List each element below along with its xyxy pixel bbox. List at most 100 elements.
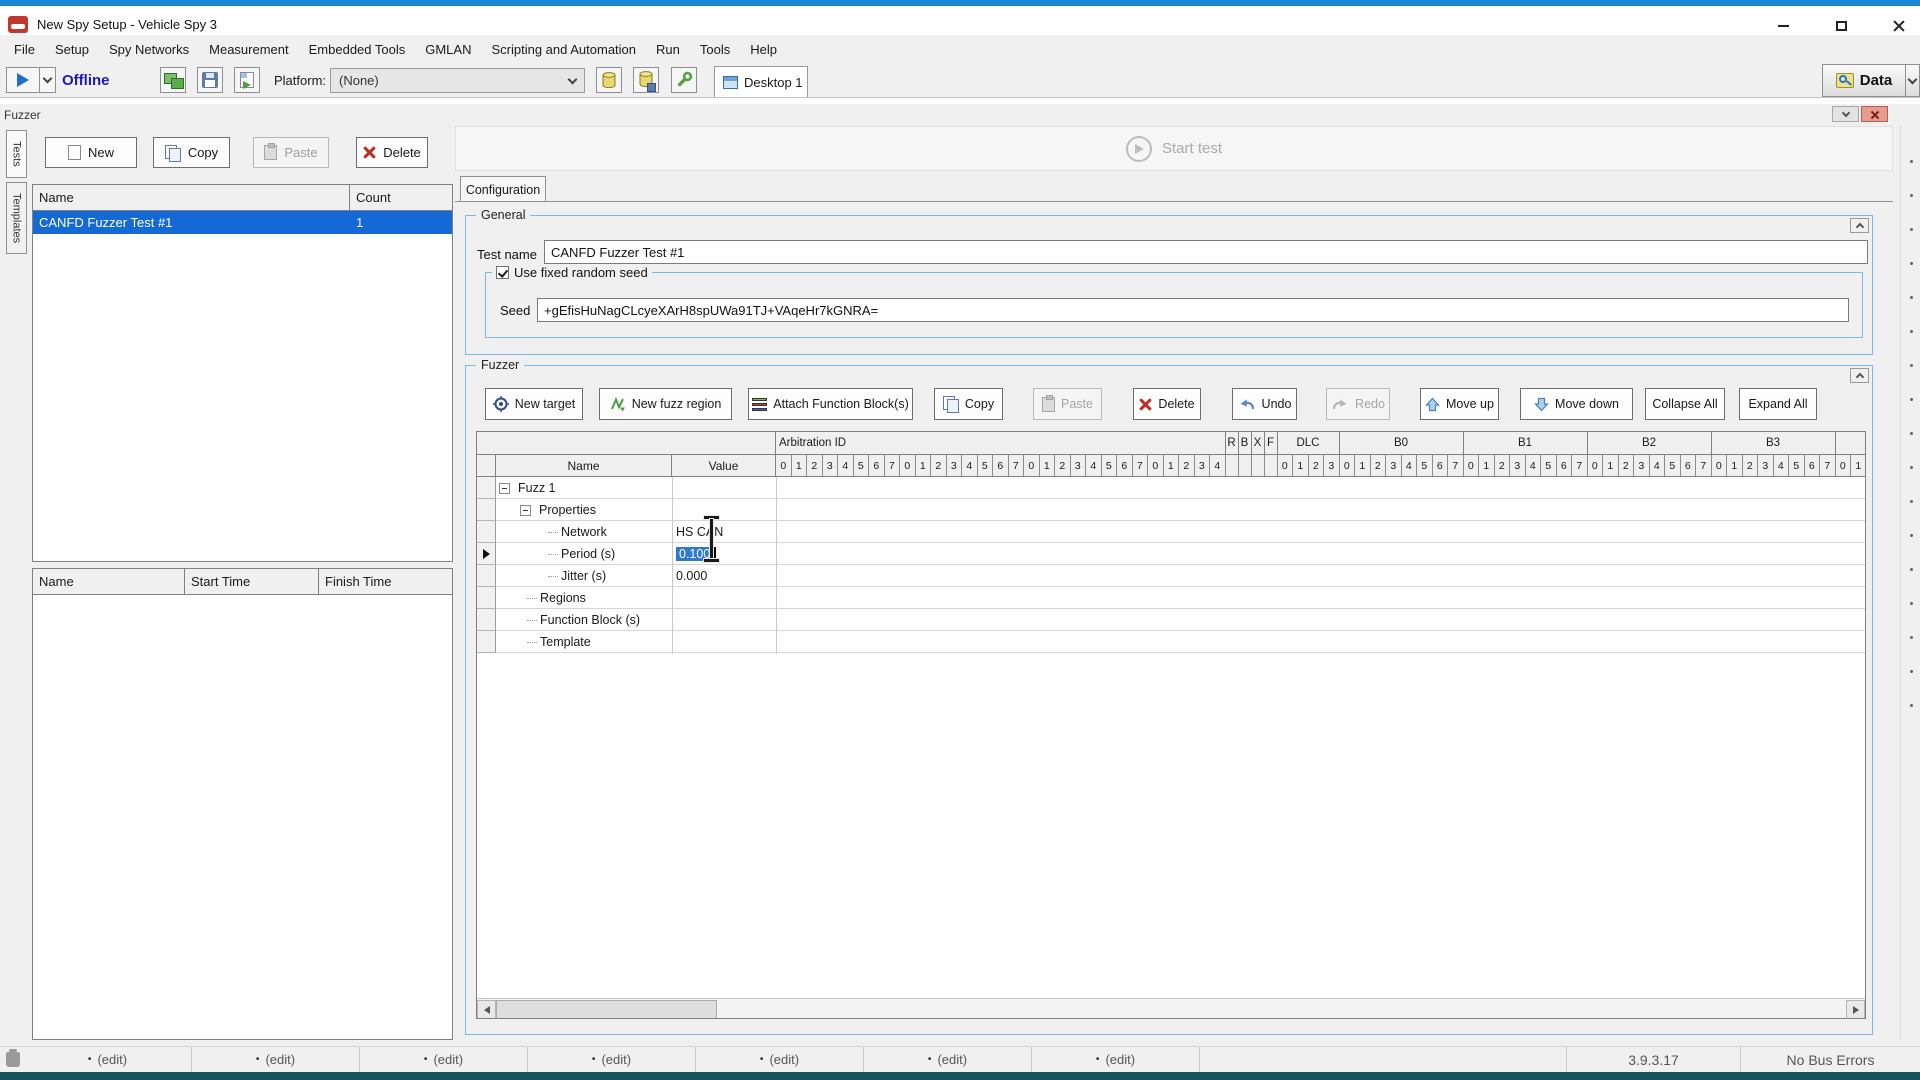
delete-fuzz-button[interactable]: Delete: [1133, 388, 1201, 420]
tab-strip-line: [0, 97, 1920, 104]
collapse-fuzzer-button[interactable]: [1850, 368, 1869, 383]
column-header-name[interactable]: Name: [33, 185, 350, 210]
statusbar-edit-cell[interactable]: •(edit): [192, 1047, 360, 1072]
bit-column-header: 1: [1603, 455, 1619, 477]
new-target-button[interactable]: New target: [485, 388, 583, 420]
statusbar-edit-cell[interactable]: •(edit): [1032, 1047, 1200, 1072]
arrow-right-icon: [1853, 1006, 1859, 1014]
grid-header-spacer: [477, 432, 776, 455]
new-test-button[interactable]: New: [45, 137, 137, 168]
paste-test-button[interactable]: Paste: [253, 137, 329, 168]
test-name-input[interactable]: [544, 240, 1868, 264]
statusbar-edit-cell[interactable]: •(edit): [360, 1047, 528, 1072]
bit-group-header: B0: [1340, 432, 1464, 455]
grid-row-jitter[interactable]: Jitter (s) 0.000: [477, 565, 1865, 587]
grid-row-function-blocks[interactable]: Function Block (s): [477, 609, 1865, 631]
expand-all-button[interactable]: Expand All: [1739, 388, 1817, 420]
move-up-button[interactable]: Move up: [1420, 388, 1499, 420]
seed-input[interactable]: [537, 298, 1849, 322]
grid-row-regions[interactable]: Regions: [477, 587, 1865, 609]
bit-group-header: F: [1265, 432, 1278, 455]
collapse-expander-icon[interactable]: [520, 505, 531, 516]
save-setup-button[interactable]: [197, 67, 223, 93]
row-value-editing[interactable]: 0.100: [672, 543, 776, 565]
menu-tools[interactable]: Tools: [690, 37, 740, 62]
database-button[interactable]: [596, 67, 622, 93]
grid-column-header-name[interactable]: Name: [496, 455, 672, 477]
fixed-seed-checkbox-row[interactable]: Use fixed random seed: [492, 265, 652, 280]
menu-embedded-tools[interactable]: Embedded Tools: [299, 37, 416, 62]
fixed-seed-checkbox[interactable]: [496, 266, 509, 279]
horizontal-scrollbar[interactable]: [477, 998, 1865, 1019]
menu-scripting[interactable]: Scripting and Automation: [481, 37, 646, 62]
run-button[interactable]: [6, 67, 40, 93]
maximize-button[interactable]: [1822, 15, 1860, 37]
minimize-icon: [1778, 25, 1789, 27]
copy-test-button[interactable]: Copy: [153, 137, 230, 168]
scrollbar-thumb[interactable]: [496, 1000, 717, 1019]
row-value[interactable]: HS CAN: [672, 521, 776, 543]
scroll-right-button[interactable]: [1846, 1000, 1865, 1019]
grid-row-fuzz1[interactable]: Fuzz 1: [477, 477, 1865, 499]
grid-row-template[interactable]: Template: [477, 631, 1865, 653]
start-test-button[interactable]: Start test: [455, 126, 1893, 171]
column-header-name[interactable]: Name: [33, 569, 185, 594]
collapse-all-button[interactable]: Collapse All: [1645, 388, 1725, 420]
menu-file[interactable]: File: [4, 37, 45, 62]
collapse-general-button[interactable]: [1850, 218, 1869, 233]
menu-run[interactable]: Run: [646, 37, 690, 62]
panel-minimize-button[interactable]: [1832, 106, 1859, 122]
statusbar-edit-cell[interactable]: •(edit): [864, 1047, 1032, 1072]
test-count-cell: 1: [350, 211, 452, 234]
row-value: [672, 587, 776, 609]
statusbar-edit-cell[interactable]: •(edit): [24, 1047, 192, 1072]
paste-fuzz-button[interactable]: Paste: [1033, 388, 1102, 420]
bit-column-header: 7: [1572, 455, 1588, 477]
menu-gmlan[interactable]: GMLAN: [415, 37, 481, 62]
bit-column-header: 2: [1179, 455, 1195, 477]
menu-setup[interactable]: Setup: [45, 37, 99, 62]
grid-row-properties[interactable]: Properties: [477, 499, 1865, 521]
new-fuzz-region-button[interactable]: New fuzz region: [599, 388, 732, 420]
open-setup-button[interactable]: [234, 67, 260, 93]
platform-select[interactable]: (None): [330, 68, 585, 93]
tools-button[interactable]: [671, 67, 697, 93]
close-button[interactable]: [1880, 15, 1918, 37]
tab-configuration[interactable]: Configuration: [460, 176, 546, 202]
minimize-button[interactable]: [1764, 15, 1802, 37]
undo-button[interactable]: Undo: [1232, 388, 1297, 420]
grid-row-period[interactable]: Period (s) 0.100: [477, 543, 1865, 565]
panel-close-button[interactable]: [1861, 106, 1888, 122]
bit-column-header: 3: [947, 455, 963, 477]
scroll-left-button[interactable]: [477, 1000, 496, 1019]
attach-function-blocks-button[interactable]: Attach Function Block(s): [748, 388, 913, 420]
row-value[interactable]: 0.000: [672, 565, 776, 587]
delete-test-button[interactable]: Delete: [356, 137, 428, 168]
data-dropdown-button[interactable]: [1906, 64, 1920, 97]
tab-templates[interactable]: Templates: [6, 182, 27, 254]
save-database-button[interactable]: [633, 67, 659, 93]
grid-row-network[interactable]: Network HS CAN: [477, 521, 1865, 543]
run-dropdown-button[interactable]: [40, 67, 56, 93]
menu-spy-networks[interactable]: Spy Networks: [99, 37, 199, 62]
table-row[interactable]: CANFD Fuzzer Test #1 1: [33, 211, 452, 234]
network-hardware-button[interactable]: [160, 67, 186, 93]
grid-column-header-value[interactable]: Value: [672, 455, 776, 477]
bit-column-header: 2: [1055, 455, 1071, 477]
tab-tests[interactable]: Tests: [6, 130, 27, 178]
move-down-button[interactable]: Move down: [1520, 388, 1633, 420]
column-header-finish-time[interactable]: Finish Time: [319, 569, 452, 594]
redo-button[interactable]: Redo: [1326, 388, 1390, 420]
copy-fuzz-button[interactable]: Copy: [934, 388, 1003, 420]
tab-desktop-1[interactable]: Desktop 1: [714, 66, 808, 98]
data-button[interactable]: Data: [1822, 64, 1906, 97]
column-header-start-time[interactable]: Start Time: [185, 569, 319, 594]
bit-column-header: 0: [1024, 455, 1040, 477]
menu-measurement[interactable]: Measurement: [199, 37, 298, 62]
column-header-count[interactable]: Count: [350, 185, 452, 210]
statusbar-edit-cell[interactable]: •(edit): [696, 1047, 864, 1072]
column-divider: [672, 477, 673, 654]
collapse-expander-icon[interactable]: [499, 483, 510, 494]
statusbar-edit-cell[interactable]: •(edit): [528, 1047, 696, 1072]
menu-help[interactable]: Help: [740, 37, 787, 62]
